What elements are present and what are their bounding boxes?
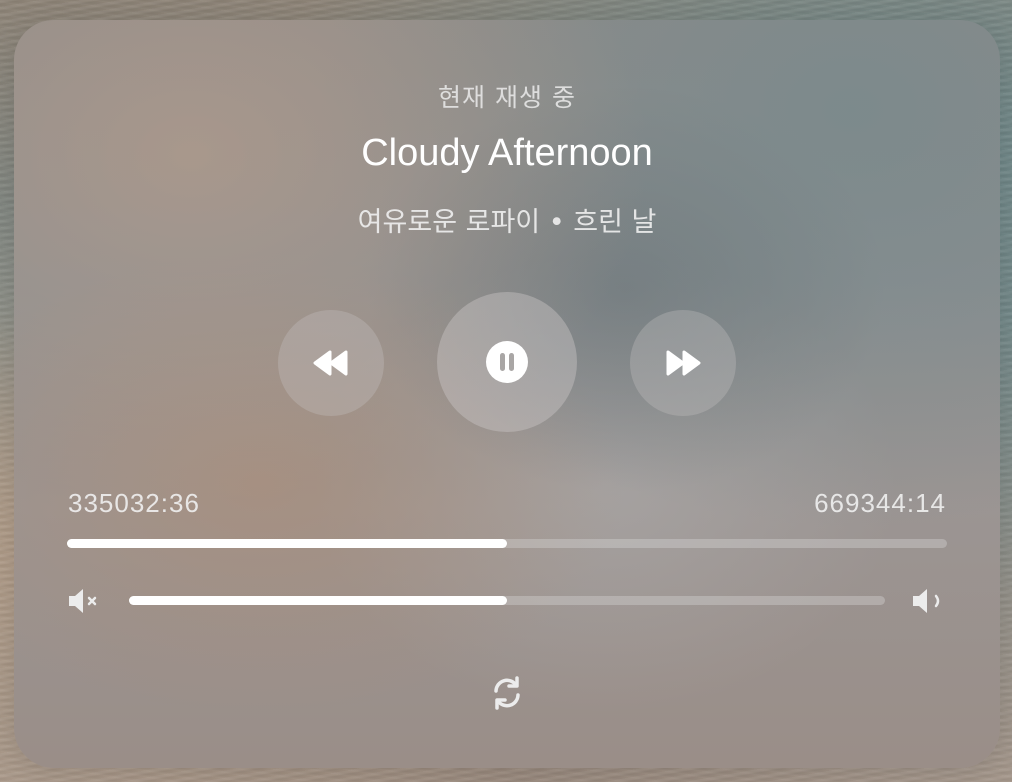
- rewind-icon: [313, 350, 348, 376]
- volume-fill: [129, 596, 507, 605]
- progress-slider[interactable]: [67, 539, 947, 548]
- rewind-button[interactable]: [278, 310, 384, 416]
- volume-high-icon: [913, 589, 940, 613]
- volume-slider[interactable]: [129, 596, 885, 605]
- now-playing-label: 현재 재생 중: [438, 83, 576, 112]
- elapsed-time: 335032:36: [68, 488, 200, 518]
- pause-icon: [486, 341, 528, 383]
- track-subtitle: 여유로운 로파이 • 흐린 날: [357, 207, 657, 238]
- track-title: Cloudy Afternoon: [361, 132, 653, 174]
- play-pause-button[interactable]: [437, 292, 577, 432]
- fast-forward-button[interactable]: [630, 310, 736, 416]
- volume-max-button[interactable]: [910, 586, 950, 620]
- repeat-button[interactable]: [486, 672, 528, 714]
- repeat-icon: [494, 676, 520, 710]
- volume-mute-button[interactable]: [66, 586, 102, 620]
- volume-mute-icon: [69, 589, 97, 613]
- music-player-card: 현재 재생 중 Cloudy Afternoon 여유로운 로파이 • 흐린 날…: [14, 20, 1000, 768]
- progress-fill: [67, 539, 507, 548]
- total-time: 669344:14: [814, 488, 946, 518]
- fast-forward-icon: [666, 350, 701, 376]
